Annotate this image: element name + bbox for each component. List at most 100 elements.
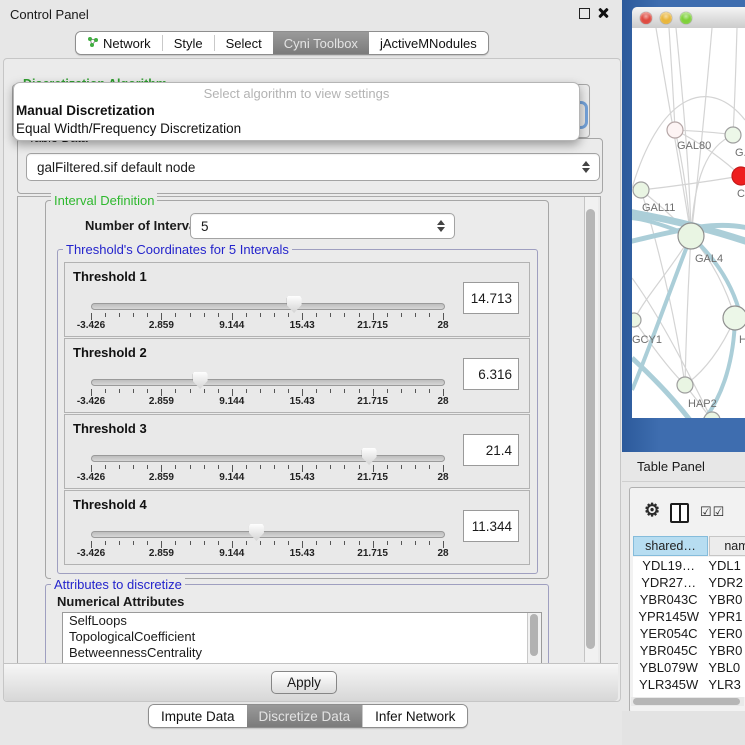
network-node-H[interactable]: [723, 306, 745, 330]
algorithm-option[interactable]: Manual Discretization: [16, 103, 576, 118]
table-row[interactable]: YDL19…YDL1: [633, 557, 745, 574]
table-cell-name: YPR1: [704, 608, 745, 625]
slider-track[interactable]: [91, 455, 445, 462]
slider-tick-label: 21.715: [357, 396, 388, 407]
slider-tick: [133, 389, 134, 393]
tab-select[interactable]: Select: [215, 32, 273, 54]
columns-icon[interactable]: [670, 503, 689, 523]
network-node-G[interactable]: [725, 127, 741, 143]
slider-tick: [429, 389, 430, 393]
slider-tick: [246, 313, 247, 317]
slider-thumb[interactable]: [362, 448, 377, 465]
threshold-value-field[interactable]: 11.344: [463, 510, 519, 542]
checkboxes-icon[interactable]: ☑☑: [700, 504, 725, 520]
slider-thumb[interactable]: [287, 296, 302, 313]
mac-zoom-icon[interactable]: [680, 12, 692, 24]
table-cell-name: YBR0: [704, 642, 745, 659]
slider-tick: [274, 465, 275, 469]
float-window-icon[interactable]: [579, 8, 590, 19]
table-data-combo[interactable]: galFiltered.sif default node: [26, 153, 600, 181]
network-node-label: GCY1: [632, 334, 662, 346]
table-row[interactable]: YLR345WYLR3: [633, 676, 745, 693]
tab-infer-network[interactable]: Infer Network: [362, 705, 467, 727]
table-panel-title: Table Panel: [637, 459, 705, 474]
threshold-value-field[interactable]: 14.713: [463, 282, 519, 314]
network-edge[interactable]: [733, 28, 737, 135]
tab-label: jActiveMNodules: [380, 36, 477, 51]
table-cell-name: YBR0: [704, 591, 745, 608]
network-edge[interactable]: [669, 28, 675, 130]
threshold-label: Threshold 3: [73, 421, 147, 436]
control-panel-tabs: NetworkStyleSelectCyni Toolbox jActiveMNo…: [75, 31, 489, 55]
tab-jactivemnodules[interactable]: jActiveMNodules: [369, 32, 488, 54]
table-row[interactable]: YBR045CYBR0: [633, 642, 745, 659]
network-edge[interactable]: [685, 236, 691, 385]
slider-tick: [133, 465, 134, 469]
slider-tick: [147, 465, 148, 469]
network-node-C[interactable]: [732, 167, 745, 185]
algorithm-option[interactable]: Equal Width/Frequency Discretization: [16, 121, 576, 136]
attributes-list-scrollbar[interactable]: [527, 613, 541, 663]
network-node-GAL80[interactable]: [667, 122, 683, 138]
slider-tick: [429, 313, 430, 317]
network-edge[interactable]: [641, 176, 741, 190]
mac-close-icon[interactable]: [640, 12, 652, 24]
numerical-attributes-list[interactable]: SelfLoopsTopologicalCoefficientBetweenne…: [62, 612, 542, 664]
panel-scrollbar-thumb[interactable]: [586, 209, 595, 649]
network-node-GCY1[interactable]: [632, 313, 641, 327]
slider-thumb[interactable]: [193, 372, 208, 389]
attribute-list-item[interactable]: TopologicalCoefficient: [63, 629, 541, 645]
tab-discretize-data[interactable]: Discretize Data: [247, 705, 363, 727]
slider-tick: [91, 389, 92, 396]
slider-track[interactable]: [91, 303, 445, 310]
slider-tick: [330, 389, 331, 393]
table-header-name[interactable]: name: [709, 536, 745, 556]
tab-cyni-toolbox[interactable]: Cyni Toolbox: [273, 32, 369, 54]
slider-tick: [401, 465, 402, 469]
table-row[interactable]: YBR043CYBR0: [633, 591, 745, 608]
slider-tick: [316, 389, 317, 393]
table-row[interactable]: YBL079WYBL0: [633, 659, 745, 676]
table-cell-name: YDL1: [704, 557, 745, 574]
network-view[interactable]: GAL80G.CGAL11GAL4GCY1HHAP2: [632, 28, 745, 418]
attribute-list-item[interactable]: SelfLoops: [63, 613, 541, 629]
threshold-value-field[interactable]: 21.4: [463, 434, 519, 466]
slider-track[interactable]: [91, 379, 445, 386]
threshold-row: Threshold 1-3.4262.8599.14415.4321.71528…: [64, 262, 530, 337]
tab-impute-data[interactable]: Impute Data: [149, 705, 247, 727]
slider-tick: [204, 465, 205, 469]
network-node-label: GAL4: [695, 253, 723, 265]
number-of-intervals-combo[interactable]: 5: [190, 213, 455, 239]
network-node-HAP2[interactable]: [677, 377, 693, 393]
slider-tick-label: -3.426: [77, 548, 105, 559]
slider-tick-label: 15.43: [290, 472, 315, 483]
table-row[interactable]: YPR145WYPR1: [633, 608, 745, 625]
network-window-titlebar[interactable]: [632, 7, 745, 29]
slider-tick: [147, 313, 148, 317]
slider-tick: [302, 389, 303, 396]
network-node-GAL4[interactable]: [678, 223, 704, 249]
apply-button[interactable]: Apply: [271, 671, 337, 694]
slider-tick: [330, 313, 331, 317]
table-row[interactable]: YER054CYER0: [633, 625, 745, 642]
slider-track[interactable]: [91, 531, 445, 538]
slider-tick: [373, 313, 374, 320]
tab-style[interactable]: Style: [163, 32, 214, 54]
network-node-GAL11[interactable]: [633, 182, 649, 198]
table-row[interactable]: YDR27…YDR2: [633, 574, 745, 591]
slider-tick: [260, 389, 261, 393]
table-scrollbar-thumb[interactable]: [633, 698, 740, 705]
slider-tick: [133, 313, 134, 317]
threshold-value-field[interactable]: 6.316: [463, 358, 519, 390]
slider-tick-label: -3.426: [77, 320, 105, 331]
attribute-list-item[interactable]: BetweennessCentrality: [63, 645, 541, 661]
mac-minimize-icon[interactable]: [660, 12, 672, 24]
slider-tick: [344, 313, 345, 317]
gear-icon[interactable]: ⚙: [644, 500, 660, 521]
tab-network[interactable]: Network: [76, 32, 162, 54]
close-icon[interactable]: [597, 7, 609, 19]
slider-thumb[interactable]: [249, 524, 264, 541]
network-edge[interactable]: [691, 236, 735, 318]
table-header-shared[interactable]: shared…: [633, 536, 708, 556]
threshold-label: Threshold 1: [73, 269, 147, 284]
